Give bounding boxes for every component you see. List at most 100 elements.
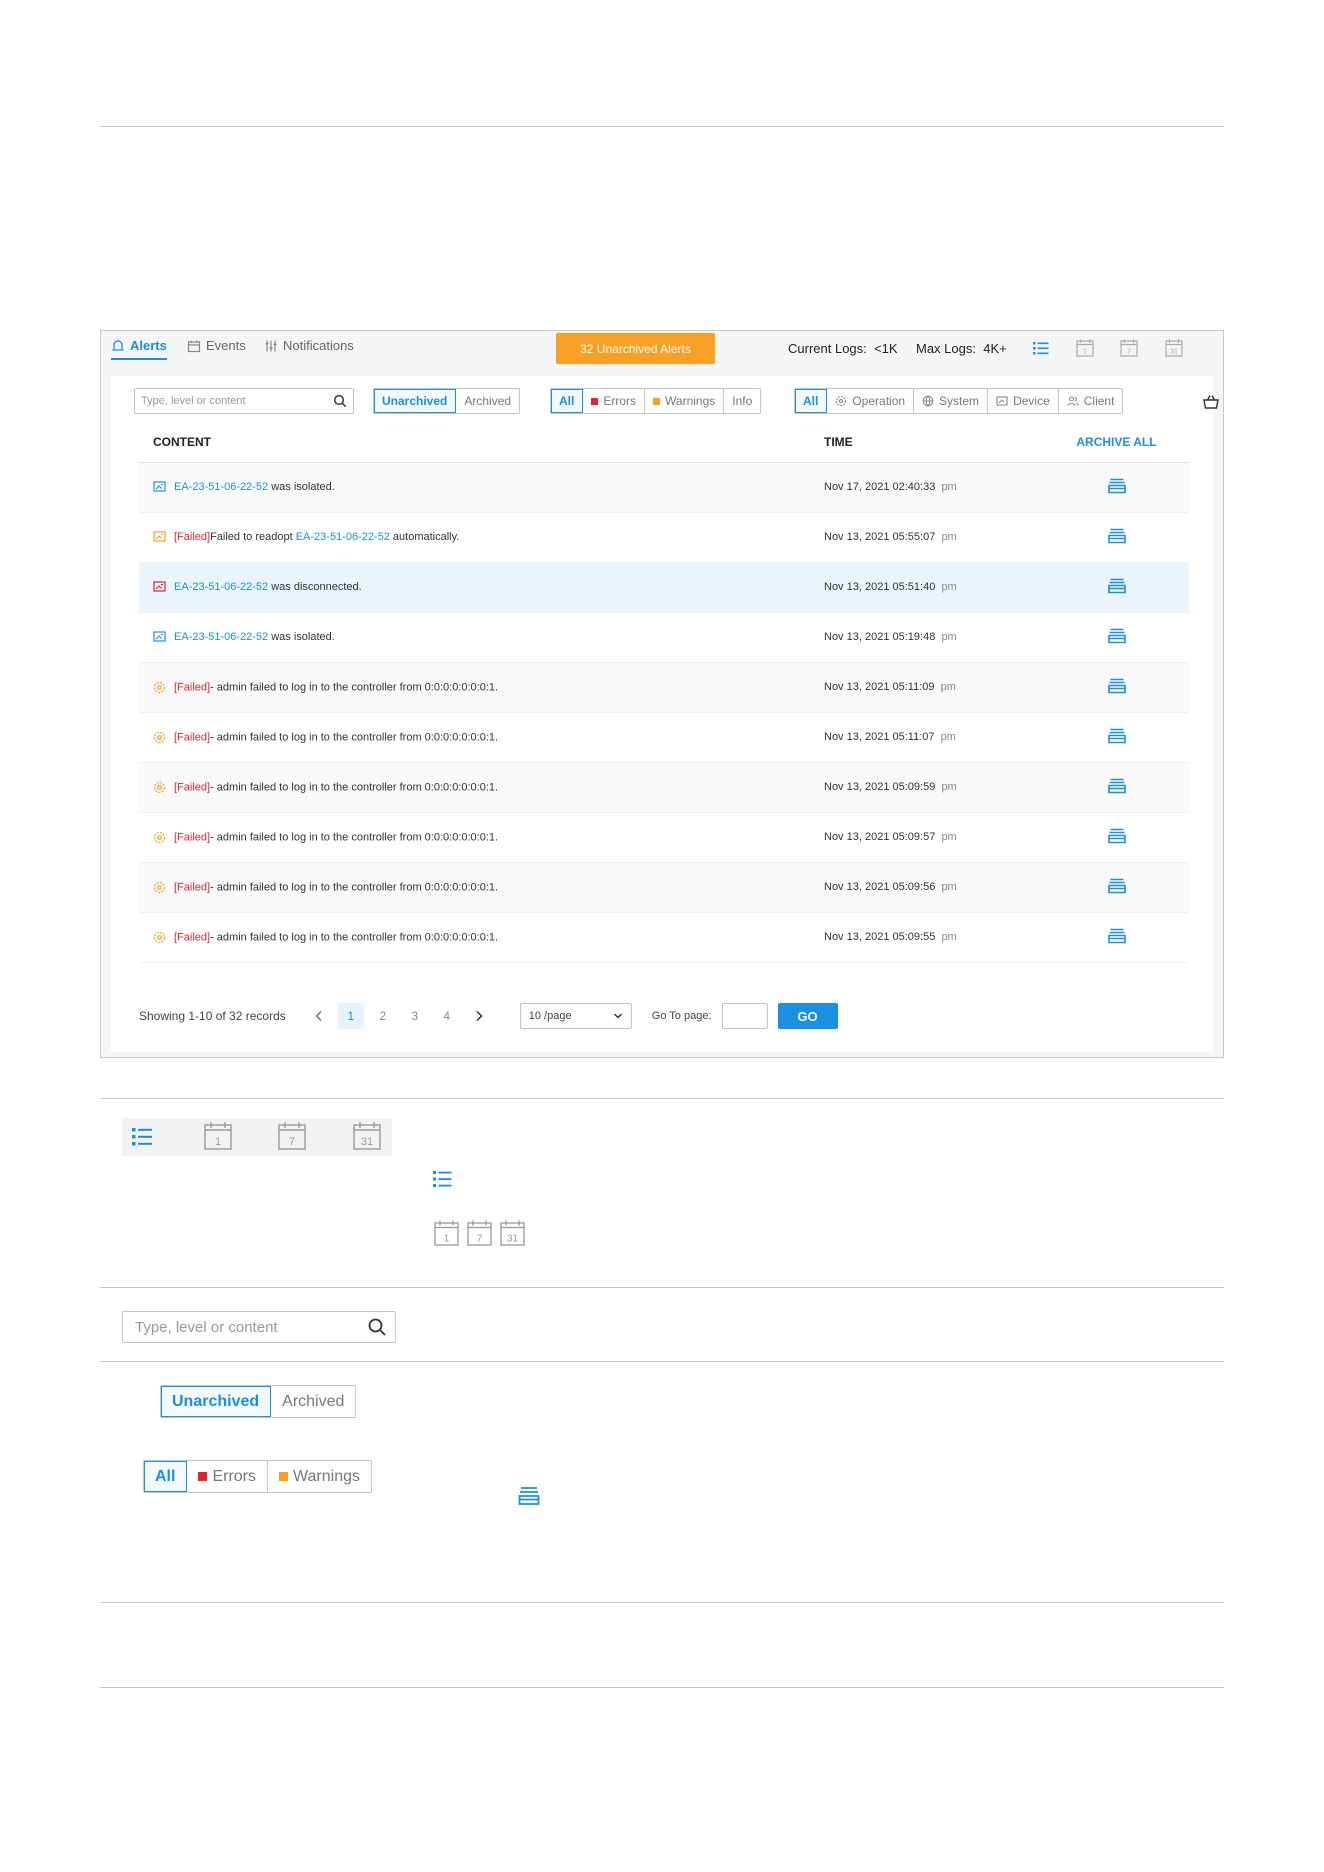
users-icon (1067, 396, 1079, 406)
table-row[interactable]: [Failed]- admin failed to log in to the … (139, 862, 1189, 913)
level-info[interactable]: Info (724, 389, 760, 413)
tab-active-underline (111, 358, 167, 360)
cell-archive (1044, 462, 1189, 513)
table-row[interactable]: [Failed]- admin failed to log in to the … (139, 912, 1189, 963)
archive-all-button[interactable]: ARCHIVE ALL (1044, 422, 1189, 463)
table-row[interactable]: EA-23-51-06-22-52 was isolated. Nov 17, 2… (139, 462, 1189, 513)
archive-icon[interactable] (1106, 627, 1128, 645)
basket-icon[interactable] (1202, 393, 1220, 411)
level-errors[interactable]: Errors (583, 389, 646, 413)
cell-time: Nov 13, 2021 05:09:57 pm (824, 812, 1044, 863)
calendar-month-number: 31 (1170, 349, 1178, 356)
table-row[interactable]: EA-23-51-06-22-52 was isolated. Nov 13, 2… (139, 612, 1189, 663)
next-page-button[interactable] (466, 1003, 492, 1029)
cell-time: Nov 13, 2021 05:51:40 pm (824, 562, 1044, 613)
failed-tag: [Failed] (174, 730, 211, 743)
page-1[interactable]: 1 (337, 1003, 364, 1029)
type-all[interactable]: All (795, 389, 828, 413)
list-view-icon[interactable] (1030, 337, 1052, 359)
section-rule-2 (100, 1287, 1224, 1288)
list-view-icon-small (433, 1171, 452, 1187)
type-operation[interactable]: Operation (827, 389, 915, 413)
device-link[interactable]: EA-23-51-06-22-52 (174, 581, 268, 593)
cell-time: Nov 13, 2021 05:11:09 pm (824, 662, 1044, 713)
level-all[interactable]: All (551, 389, 584, 413)
type-device[interactable]: Device (988, 389, 1059, 413)
cell-time: Nov 13, 2021 05:09:59 pm (824, 762, 1044, 813)
calendar-week-icon[interactable]: 7 (1118, 337, 1140, 359)
cell-time: Nov 13, 2021 05:09:55 pm (824, 912, 1044, 963)
calendar-week-icon-small: 7 (467, 1220, 492, 1246)
operation-icon (153, 881, 166, 893)
filter-archived-large: Archived (282, 1392, 345, 1410)
type-system-label: System (939, 394, 980, 408)
operation-gear-icon (836, 395, 847, 407)
device-icon (153, 481, 166, 492)
goto-page-input[interactable] (721, 1003, 768, 1029)
per-page-select[interactable]: 10 /page (519, 1003, 632, 1029)
calendar-day-number: 1 (1083, 349, 1087, 356)
type-filter: All Operation System Device Client (794, 388, 1124, 414)
archive-icon[interactable] (1106, 527, 1128, 545)
time-ampm: pm (941, 481, 957, 493)
search-icon[interactable] (333, 394, 347, 408)
type-client[interactable]: Client (1059, 389, 1123, 413)
page-2[interactable]: 2 (370, 1003, 396, 1029)
type-system[interactable]: System (914, 389, 989, 413)
cell-archive (1044, 562, 1189, 613)
search-input-large (135, 1318, 367, 1336)
search-input[interactable] (141, 395, 333, 407)
time-ampm: pm (941, 531, 957, 543)
device-link[interactable]: EA-23-51-06-22-52 (174, 481, 268, 493)
per-page-value: 10 /page (528, 1010, 572, 1022)
level-warnings[interactable]: Warnings (645, 389, 725, 413)
failed-tag: [Failed] (174, 930, 211, 943)
filter-unarchived[interactable]: Unarchived (374, 389, 457, 413)
operation-icon (153, 681, 166, 693)
search-box[interactable] (134, 388, 354, 414)
calendar-month-number-large: 31 (361, 1136, 373, 1148)
time-value: Nov 13, 2021 05:51:40 (824, 581, 936, 593)
calendar-month-icon[interactable]: 31 (1163, 337, 1185, 359)
archive-icon[interactable] (1106, 877, 1128, 895)
prev-page-button[interactable] (306, 1003, 332, 1029)
archive-icon[interactable] (1106, 927, 1128, 945)
tab-alerts[interactable]: Alerts (111, 338, 167, 360)
table-row[interactable]: EA-23-51-06-22-52 was disconnected. Nov 1… (139, 562, 1189, 613)
archive-icon[interactable] (1106, 677, 1128, 695)
page-4[interactable]: 4 (434, 1003, 460, 1029)
system-globe-icon (922, 395, 934, 407)
calendar-day-icon[interactable]: 1 (1074, 337, 1096, 359)
alerts-panel: Unarchived Archived All Errors Warnings … (111, 376, 1219, 1052)
device-icon (153, 631, 166, 642)
cell-time: Nov 13, 2021 05:11:07 pm (824, 712, 1044, 763)
device-link[interactable]: EA-23-51-06-22-52 (296, 531, 390, 543)
tab-notifications[interactable]: Notifications (264, 338, 354, 353)
table-row[interactable]: [Failed]Failed to readopt EA-23-51-06-22… (139, 512, 1189, 563)
unarchived-alerts-banner[interactable]: 32 Unarchived Alerts (556, 333, 715, 364)
filter-archived[interactable]: Archived (456, 389, 519, 413)
table-row[interactable]: [Failed]- admin failed to log in to the … (139, 712, 1189, 763)
level-warnings-label: Warnings (665, 394, 716, 408)
table-row[interactable]: [Failed]- admin failed to log in to the … (139, 812, 1189, 863)
content-text: was isolated. (268, 630, 335, 643)
archive-icon[interactable] (1106, 577, 1128, 595)
time-ampm: pm (940, 681, 956, 693)
cell-content: [Failed]- admin failed to log in to the … (139, 712, 824, 763)
cell-archive (1044, 762, 1189, 813)
device-link[interactable]: EA-23-51-06-22-52 (174, 631, 268, 643)
table-row[interactable]: [Failed]- admin failed to log in to the … (139, 662, 1189, 713)
archive-icon[interactable] (1106, 827, 1128, 845)
content-text: - admin failed to log in to the controll… (210, 930, 499, 943)
archive-icon[interactable] (1106, 777, 1128, 795)
archive-icon[interactable] (1106, 477, 1128, 495)
archive-icon[interactable] (1106, 727, 1128, 745)
table-row[interactable]: [Failed]- admin failed to log in to the … (139, 762, 1189, 813)
level-all-large: All (144, 1461, 188, 1492)
tab-events[interactable]: Events (187, 338, 246, 353)
page-3[interactable]: 3 (402, 1003, 428, 1029)
cell-time: Nov 13, 2021 05:09:56 pm (824, 862, 1044, 913)
go-button[interactable]: GO (777, 1003, 838, 1029)
time-value: Nov 13, 2021 05:55:07 (824, 531, 936, 543)
time-value: Nov 13, 2021 05:09:59 (824, 781, 936, 793)
